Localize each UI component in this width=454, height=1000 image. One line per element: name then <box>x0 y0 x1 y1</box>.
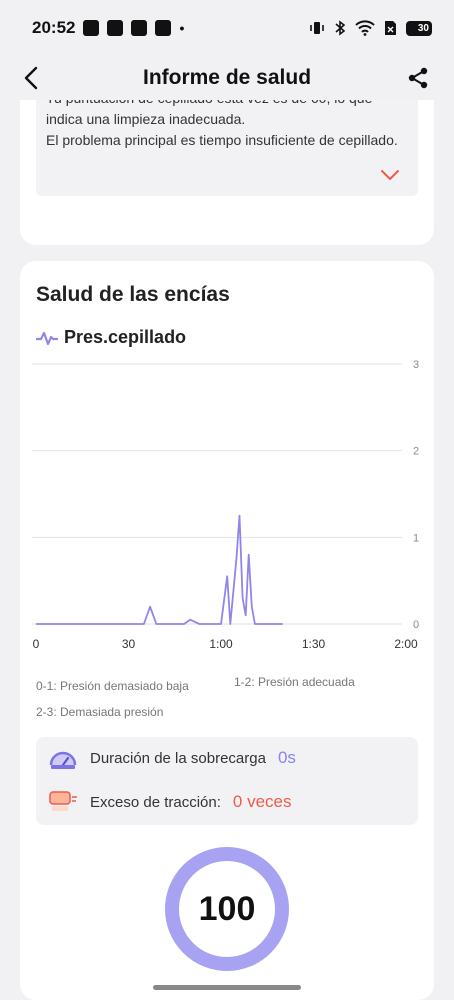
traction-icon <box>49 791 77 811</box>
x-tick-label: 1:30 <box>302 637 326 651</box>
overload-label: Duración de la sobrecarga <box>90 749 266 767</box>
chevron-left-icon <box>24 66 38 90</box>
diagnosis-summary: Tu puntuación de cepillado esta vez es d… <box>36 100 418 196</box>
legend-low: 0-1: Presión demasiado baja <box>36 679 189 693</box>
y-tick-label: 2 <box>413 446 419 458</box>
score-value: 100 <box>198 889 256 928</box>
gum-health-card: Salud de las encías Pres.cepillado 01230… <box>20 261 434 1000</box>
notification-app-icon <box>83 20 100 36</box>
y-tick-label: 1 <box>413 532 419 544</box>
x-tick-label: 30 <box>122 637 136 651</box>
x-tick-label: 2:00 <box>394 637 418 651</box>
legend-too-much: 2-3: Demasiada presión <box>36 705 164 719</box>
header: Informe de salud <box>0 56 454 100</box>
more-notifications-dot: • <box>179 20 185 36</box>
pulse-icon <box>36 331 58 345</box>
status-time: 20:52 <box>32 18 76 37</box>
vibrate-icon <box>310 22 324 34</box>
stats-box: Duración de la sobrecarga 0s Exceso de t… <box>36 737 418 825</box>
legend-adequate: 1-2: Presión adecuada <box>234 675 355 689</box>
x-tick-label: 1:00 <box>209 637 233 651</box>
chart-title: Pres.cepillado <box>64 327 187 347</box>
share-button[interactable] <box>404 64 432 92</box>
bluetooth-icon <box>335 20 346 36</box>
page-title: Informe de salud <box>142 66 312 89</box>
chevron-down-icon <box>381 170 399 180</box>
wifi-icon <box>355 20 375 36</box>
overload-value: 0s <box>277 748 296 767</box>
chart-header: Pres.cepillado <box>36 327 186 348</box>
pressure-chart: 01230 30 1:00 1:30 2:00 <box>32 359 419 651</box>
diagnosis-card: Tu puntuación de cepillado esta vez es d… <box>20 100 434 245</box>
gauge-icon <box>49 751 77 769</box>
traction-row: Exceso de tracción: 0 veces <box>48 789 292 815</box>
pressure-series-line <box>36 514 283 625</box>
capcut-icon-2 <box>155 20 172 36</box>
home-indicator[interactable] <box>153 985 301 990</box>
capcut-icon <box>131 20 148 36</box>
share-icon <box>408 67 428 89</box>
summary-line-score: Tu puntuación de cepillado esta vez es d… <box>46 100 408 109</box>
x-tick-label: 0 <box>33 637 40 651</box>
expand-button[interactable] <box>380 166 400 180</box>
traction-value: 0 veces <box>232 792 292 811</box>
section-title: Salud de las encías <box>36 283 230 306</box>
status-bar: 20:52 • 30 <box>0 0 454 56</box>
overload-row: Duración de la sobrecarga 0s <box>48 745 296 771</box>
traction-label: Exceso de tracción: <box>90 793 221 811</box>
battery-icon: 30 <box>406 20 432 36</box>
summary-line-problem: El problema principal es tiempo insufici… <box>46 132 398 148</box>
sim-card-icon <box>385 21 396 35</box>
back-button[interactable] <box>24 64 52 92</box>
youtube-icon <box>107 20 124 36</box>
summary-line-assessment: indica una limpieza inadecuada. <box>46 111 246 127</box>
y-tick-label: 3 <box>413 359 419 371</box>
y-tick-label: 0 <box>413 619 419 631</box>
